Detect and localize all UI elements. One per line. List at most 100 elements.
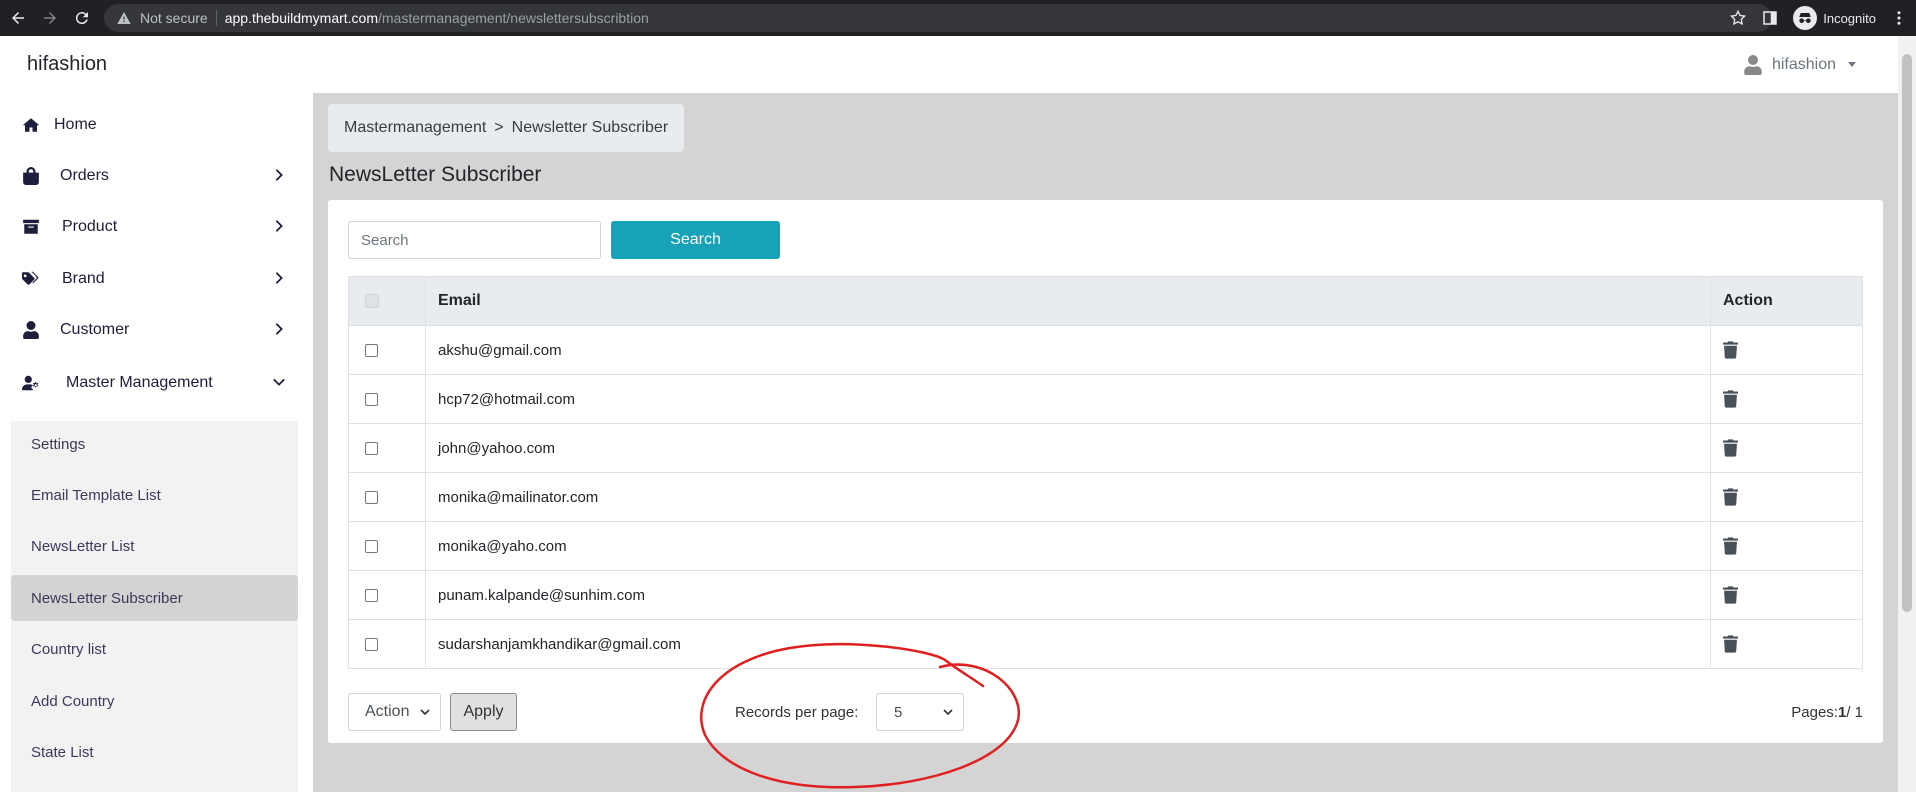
trash-icon[interactable]: [1723, 341, 1738, 359]
row-checkbox[interactable]: [365, 540, 378, 554]
row-checkbox-cell: [348, 325, 426, 375]
trash-icon[interactable]: [1723, 537, 1738, 555]
page-scrollbar[interactable]: [1898, 36, 1916, 792]
sidebar-item-home[interactable]: Home: [0, 101, 300, 149]
submenu-item-settings[interactable]: Settings: [11, 421, 298, 467]
address-separator: [215, 10, 217, 26]
master-management-submenu: Settings Email Template List NewsLetter …: [11, 421, 298, 792]
sidebar-item-customer[interactable]: Customer: [0, 306, 300, 354]
forward-button[interactable]: [36, 4, 64, 32]
chevron-down-icon: [943, 709, 953, 716]
records-per-page-select[interactable]: 5: [876, 693, 964, 731]
table-row: hcp72@hotmail.com: [348, 374, 1863, 424]
apply-button[interactable]: Apply: [450, 693, 517, 731]
row-action-cell: [1710, 619, 1863, 669]
row-email: sudarshanjamkhandikar@gmail.com: [425, 619, 1711, 669]
page-title: NewsLetter Subscriber: [329, 163, 542, 186]
trash-icon[interactable]: [1723, 635, 1738, 653]
row-checkbox[interactable]: [365, 393, 378, 407]
row-checkbox-cell: [348, 472, 426, 522]
row-action-cell: [1710, 374, 1863, 424]
address-bar[interactable]: Not secure app.thebuildmymart.com/master…: [104, 4, 1772, 32]
url-host: app.thebuildmymart.com: [224, 10, 378, 26]
browser-actions: Incognito: [1729, 4, 1908, 32]
incognito-badge[interactable]: Incognito: [1793, 6, 1876, 30]
submenu-item-email-template-list[interactable]: Email Template List: [11, 472, 298, 518]
header-action: Action: [1710, 276, 1863, 326]
search-input[interactable]: [348, 221, 601, 259]
row-email: hcp72@hotmail.com: [425, 374, 1711, 424]
trash-icon[interactable]: [1723, 390, 1738, 408]
user-icon: [1744, 54, 1762, 75]
row-checkbox-cell: [348, 423, 426, 473]
breadcrumb: Mastermanagement > Newsletter Subscriber: [328, 104, 685, 152]
caret-down-icon: [1848, 62, 1856, 67]
row-action-cell: [1710, 521, 1863, 571]
trash-icon[interactable]: [1723, 586, 1738, 604]
row-action-cell: [1710, 423, 1863, 473]
user-icon: [22, 321, 40, 339]
search-button[interactable]: Search: [611, 221, 780, 259]
scrollbar-thumb[interactable]: [1902, 54, 1912, 612]
bulk-action-select[interactable]: Action: [348, 693, 441, 731]
chevron-right-icon: [275, 220, 283, 232]
pagination-info: Pages:1/ 1: [1791, 704, 1863, 721]
sidebar-item-product[interactable]: Product: [0, 203, 300, 251]
submenu-item-add-country[interactable]: Add Country: [11, 678, 298, 724]
row-checkbox[interactable]: [365, 589, 378, 603]
sidebar-item-brand[interactable]: Brand: [0, 255, 300, 303]
breadcrumb-root[interactable]: Mastermanagement: [344, 119, 486, 137]
box-icon: [22, 218, 40, 236]
chevron-right-icon: [275, 169, 283, 181]
submenu-item-newsletter-subscriber[interactable]: NewsLetter Subscriber: [11, 575, 298, 621]
table-row: punam.kalpande@sunhim.com: [348, 570, 1863, 620]
row-checkbox-cell: [348, 374, 426, 424]
table-body: akshu@gmail.com hcp72@hotmail.com john@yah…: [348, 325, 1863, 669]
main-content: Mastermanagement > Newsletter Subscriber…: [313, 93, 1898, 792]
app-header: hifashion hifashion: [0, 36, 1898, 93]
row-checkbox[interactable]: [365, 344, 378, 358]
breadcrumb-current: Newsletter Subscriber: [511, 119, 669, 136]
submenu-item-country-list[interactable]: Country list: [11, 626, 298, 672]
breadcrumb-separator: >: [494, 119, 504, 136]
arrow-left-icon: [12, 12, 24, 24]
sidebar-item-master-management[interactable]: Master Management: [0, 359, 300, 407]
side-panel-icon[interactable]: [1761, 9, 1779, 27]
sidebar-item-label: Master Management: [66, 374, 213, 391]
trash-icon[interactable]: [1723, 439, 1738, 457]
table-row: sudarshanjamkhandikar@gmail.com: [348, 619, 1863, 669]
incognito-label: Incognito: [1823, 10, 1876, 26]
row-checkbox[interactable]: [365, 638, 378, 652]
submenu-item-state-list[interactable]: State List: [11, 729, 298, 775]
sidebar-item-orders[interactable]: Orders: [0, 152, 300, 200]
pages-label: Pages:: [1791, 704, 1838, 721]
reload-button[interactable]: [68, 4, 96, 32]
chevron-right-icon: [275, 272, 283, 284]
row-action-cell: [1710, 570, 1863, 620]
select-all-checkbox[interactable]: [365, 293, 379, 308]
row-checkbox[interactable]: [365, 491, 378, 505]
more-vertical-icon[interactable]: [1890, 9, 1908, 27]
browser-toolbar: Not secure app.thebuildmymart.com/master…: [0, 0, 1916, 36]
star-icon[interactable]: [1729, 9, 1747, 27]
subscriber-card: Search Email Action akshu@gmail.comhcp72…: [328, 200, 1883, 743]
back-button[interactable]: [4, 4, 32, 32]
table-row: monika@yaho.com: [348, 521, 1863, 571]
submenu-item-newsletter-list[interactable]: NewsLetter List: [11, 523, 298, 569]
user-menu[interactable]: hifashion: [1744, 54, 1856, 75]
chevron-down-icon: [273, 378, 285, 386]
row-checkbox-cell: [348, 570, 426, 620]
sidebar-item-label: Home: [54, 116, 97, 133]
row-checkbox[interactable]: [365, 442, 378, 456]
row-checkbox-cell: [348, 619, 426, 669]
reload-icon: [75, 12, 88, 25]
row-email: john@yahoo.com: [425, 423, 1711, 473]
trash-icon[interactable]: [1723, 488, 1738, 506]
table-row: monika@mailinator.com: [348, 472, 1863, 522]
sidebar-item-label: Product: [62, 218, 118, 235]
brand-logo[interactable]: hifashion: [27, 53, 107, 76]
user-cog-icon: [22, 374, 40, 392]
header-email: Email: [425, 276, 1711, 326]
security-label: Not secure: [140, 10, 208, 26]
records-per-page-label: Records per page:: [735, 704, 859, 721]
